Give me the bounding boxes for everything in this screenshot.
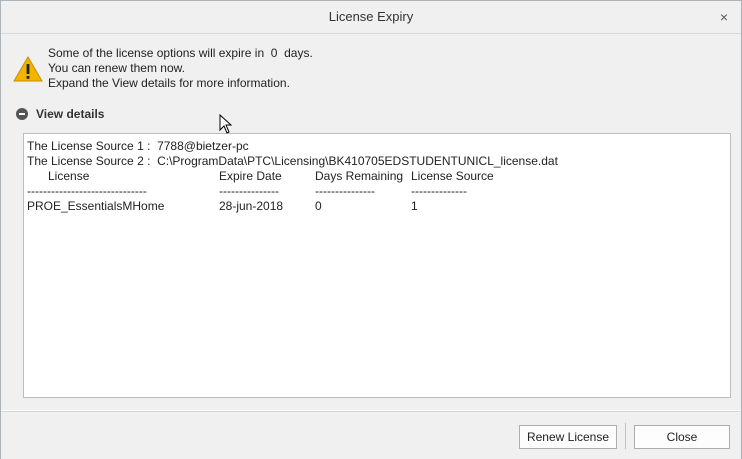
header-license-source: License Source: [411, 169, 494, 183]
table-row: PROE_EssentialsMHome 28-jun-2018 0 1: [27, 199, 558, 214]
divider: ---------------: [315, 184, 375, 198]
message-line: You can renew them now.: [48, 61, 185, 75]
table-divider-row: ------------------------------ ---------…: [27, 184, 558, 199]
header-license: License: [48, 169, 90, 183]
title-bar: License Expiry ×: [1, 1, 741, 34]
details-textbox[interactable]: The License Source 1 : 7788@bietzer-pc T…: [23, 133, 731, 398]
divider: ------------------------------: [27, 184, 147, 198]
close-icon[interactable]: ×: [715, 8, 733, 26]
header-days-remaining: Days Remaining: [315, 169, 404, 183]
table-header-row: License Expire Date Days Remaining Licen…: [27, 169, 558, 184]
license-source: 1: [411, 199, 418, 213]
warning-icon: [13, 56, 43, 82]
expiry-message: Some of the license options will expire …: [48, 46, 313, 91]
license-expiry-dialog: License Expiry × Some of the license opt…: [0, 0, 742, 459]
window-title: License Expiry: [328, 9, 414, 24]
view-details-label: View details: [36, 107, 105, 121]
message-line: Expand the View details for more informa…: [48, 76, 290, 90]
divider: ---------------: [219, 184, 279, 198]
header-expire-date: Expire Date: [219, 169, 282, 183]
message-line: Some of the license options will expire …: [48, 46, 313, 60]
close-button[interactable]: Close: [634, 425, 730, 449]
days-remaining: 0: [315, 199, 322, 213]
license-source-1: The License Source 1 : 7788@bietzer-pc: [27, 139, 249, 153]
divider: --------------: [411, 184, 467, 198]
button-bar: Renew License Close: [1, 411, 741, 459]
renew-license-button[interactable]: Renew License: [519, 425, 617, 449]
expire-date: 28-jun-2018: [219, 199, 284, 213]
license-source-2: The License Source 2 : C:\ProgramData\PT…: [27, 154, 558, 168]
license-name: PROE_EssentialsMHome: [27, 199, 165, 213]
collapse-icon[interactable]: [16, 108, 28, 120]
view-details-toggle[interactable]: View details: [16, 106, 104, 122]
button-separator: [625, 423, 626, 449]
dialog-content: Some of the license options will expire …: [1, 34, 741, 410]
mouse-pointer-icon: [219, 114, 233, 134]
